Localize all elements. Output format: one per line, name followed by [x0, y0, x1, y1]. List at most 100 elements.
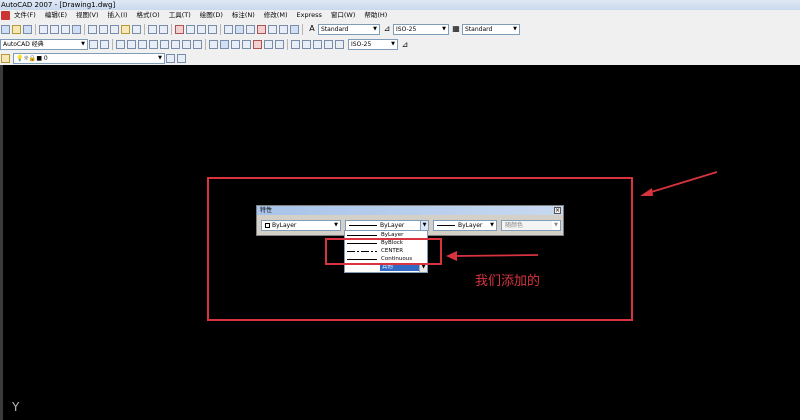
annotation-label: 我们添加的 [475, 274, 541, 289]
dim-inspect-icon[interactable] [291, 40, 300, 49]
print-preview-icon[interactable] [50, 24, 59, 34]
make-object-layer-current-icon[interactable] [166, 54, 175, 63]
toolbar-separator [302, 23, 303, 35]
save-icon[interactable] [23, 24, 32, 34]
menu-edit[interactable]: 编辑(E) [41, 10, 72, 21]
dim-aligned-icon[interactable] [127, 40, 136, 49]
title-bar: AutoCAD 2007 - [Drawing1.dwg] [0, 0, 800, 10]
menu-file[interactable]: 文件(F) [10, 10, 41, 21]
markup-icon[interactable] [268, 24, 277, 34]
paste-icon[interactable] [110, 24, 119, 34]
chevron-down-icon[interactable]: ▼ [389, 40, 397, 49]
zoom-previous-icon[interactable] [208, 24, 217, 34]
tolerance-icon[interactable] [264, 40, 273, 49]
chevron-down-icon[interactable]: ▼ [488, 221, 496, 230]
layer-toolbar: 💡☼🔒■ 0 ▼ [0, 52, 800, 65]
zoom-window-icon[interactable] [197, 24, 206, 34]
print-icon[interactable] [39, 24, 48, 34]
copy-icon[interactable] [99, 24, 108, 34]
dim-linear-icon[interactable] [116, 40, 125, 49]
redo-icon[interactable] [159, 24, 168, 34]
dim-arc-icon[interactable] [138, 40, 147, 49]
menu-insert[interactable]: 插入(I) [104, 10, 133, 21]
menu-modify[interactable]: 修改(M) [260, 10, 293, 21]
menu-window[interactable]: 窗口(W) [327, 10, 361, 21]
workspace-select[interactable]: AutoCAD 经典 ▼ [0, 39, 88, 50]
window-title: AutoCAD 2007 - [Drawing1.dwg] [1, 1, 116, 9]
sheet-set-icon[interactable] [257, 24, 266, 34]
dim-style-select-2[interactable]: ISO-25 ▼ [348, 39, 398, 50]
layer-previous-icon[interactable] [177, 54, 186, 63]
center-mark-icon[interactable] [275, 40, 284, 49]
workspace-settings-icon[interactable] [89, 40, 98, 49]
dim-space-icon[interactable] [242, 40, 251, 49]
publish-icon[interactable] [61, 24, 70, 34]
chevron-down-icon[interactable]: ▼ [420, 221, 428, 230]
save-workspace-icon[interactable] [100, 40, 109, 49]
menu-view[interactable]: 视图(V) [72, 10, 104, 21]
3d-dwf-icon[interactable] [72, 24, 81, 34]
layer-value: 0 [43, 55, 48, 62]
chevron-down-icon[interactable]: ▼ [511, 24, 519, 34]
dim-text-edit-icon[interactable] [324, 40, 333, 49]
close-icon[interactable]: × [554, 207, 561, 214]
lineweight-swatch [437, 225, 455, 226]
block-editor-icon[interactable] [132, 24, 141, 34]
chevron-down-icon: ▼ [552, 221, 560, 230]
help-icon[interactable] [290, 24, 299, 34]
dim-baseline-icon[interactable] [220, 40, 229, 49]
table-style-select[interactable]: Standard ▼ [462, 23, 520, 35]
toolbar-separator [287, 39, 288, 50]
menu-dimension[interactable]: 标注(N) [228, 10, 260, 21]
canvas-left-edge [0, 65, 3, 420]
toolbar-separator [220, 23, 221, 35]
dim-angular-icon[interactable] [193, 40, 202, 49]
toolbar-separator [144, 23, 145, 35]
text-style-select[interactable]: Standard ▼ [318, 23, 380, 35]
zoom-realtime-icon[interactable] [186, 24, 195, 34]
menu-draw[interactable]: 绘图(D) [196, 10, 228, 21]
dim-diameter-icon[interactable] [182, 40, 191, 49]
menu-express[interactable]: Express [292, 10, 326, 21]
table-style-icon: ▦ [452, 24, 460, 33]
jogged-linear-icon[interactable] [302, 40, 311, 49]
dim-jogged-icon[interactable] [171, 40, 180, 49]
chevron-down-icon[interactable]: ▼ [440, 24, 448, 34]
menu-tools[interactable]: 工具(T) [165, 10, 196, 21]
app-menu-icon[interactable] [1, 11, 10, 20]
chevron-down-icon[interactable]: ▼ [371, 24, 379, 34]
chevron-down-icon[interactable]: ▼ [332, 221, 340, 230]
layer-manager-icon[interactable] [1, 54, 10, 63]
toolbar-separator [35, 23, 36, 35]
open-file-icon[interactable] [12, 24, 21, 34]
dim-style-value: ISO-25 [396, 25, 417, 33]
toolbar-separator [84, 23, 85, 35]
dim-ordinate-icon[interactable] [149, 40, 158, 49]
dim-radius-icon[interactable] [160, 40, 169, 49]
match-properties-icon[interactable] [121, 24, 130, 34]
menu-help[interactable]: 帮助(H) [360, 10, 392, 21]
quickcalc-icon[interactable] [279, 24, 288, 34]
menu-format[interactable]: 格式(O) [133, 10, 165, 21]
chevron-down-icon[interactable]: ▼ [79, 40, 87, 49]
chevron-down-icon[interactable]: ▼ [156, 54, 164, 63]
cut-icon[interactable] [88, 24, 97, 34]
new-file-icon[interactable] [1, 24, 10, 34]
layer-select[interactable]: 💡☼🔒■ 0 ▼ [13, 53, 165, 64]
undo-icon[interactable] [148, 24, 157, 34]
properties-icon[interactable] [224, 24, 233, 34]
pan-icon[interactable] [175, 24, 184, 34]
design-center-icon[interactable] [235, 24, 244, 34]
layer-state-icons: 💡☼🔒■ [16, 55, 44, 62]
dim-style-manager-icon[interactable]: ⊿ [400, 40, 410, 50]
dim-style-select[interactable]: ISO-25 ▼ [393, 23, 449, 35]
lineweight-control[interactable]: ByLayer ▼ [433, 220, 497, 231]
dim-break-icon[interactable] [253, 40, 262, 49]
quick-dim-icon[interactable] [209, 40, 218, 49]
dim-continue-icon[interactable] [231, 40, 240, 49]
color-control[interactable]: ByLayer ▼ [261, 220, 341, 231]
dim-edit-icon[interactable] [313, 40, 322, 49]
dim-update-icon[interactable] [335, 40, 344, 49]
table-style-value: Standard [465, 25, 493, 33]
tool-palettes-icon[interactable] [246, 24, 255, 34]
